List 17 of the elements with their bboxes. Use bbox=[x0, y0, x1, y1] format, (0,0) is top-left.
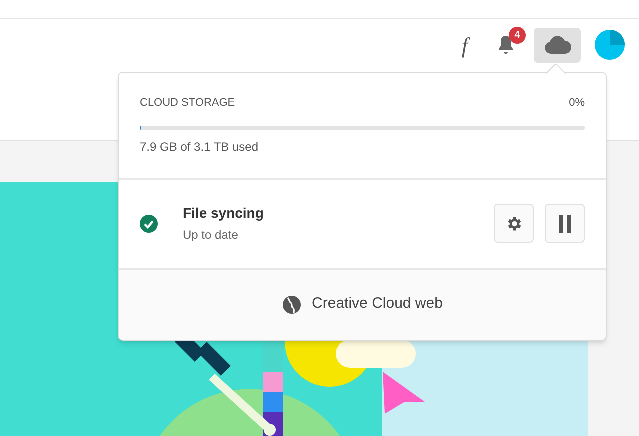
storage-usage: 7.9 GB of 3.1 TB used bbox=[140, 138, 260, 156]
storage-percent: 0% bbox=[569, 96, 585, 111]
cloud-icon bbox=[544, 36, 572, 54]
font-icon[interactable]: f bbox=[462, 28, 468, 62]
creative-cloud-web-link[interactable]: Creative Cloud web bbox=[282, 293, 443, 316]
notification-badge: 4 bbox=[509, 27, 526, 44]
storage-title: CLOUD STORAGE bbox=[140, 96, 236, 111]
avatar-icon[interactable] bbox=[595, 30, 625, 60]
cloud-button[interactable] bbox=[534, 28, 581, 62]
sync-title: File syncing bbox=[183, 204, 265, 223]
globe-icon bbox=[282, 294, 302, 314]
pause-icon bbox=[558, 214, 572, 232]
sync-status: Up to date bbox=[183, 227, 240, 244]
settings-button[interactable] bbox=[494, 204, 534, 243]
bell-icon[interactable] bbox=[497, 35, 515, 55]
cursor-icon bbox=[383, 372, 425, 414]
pause-button[interactable] bbox=[545, 204, 585, 243]
